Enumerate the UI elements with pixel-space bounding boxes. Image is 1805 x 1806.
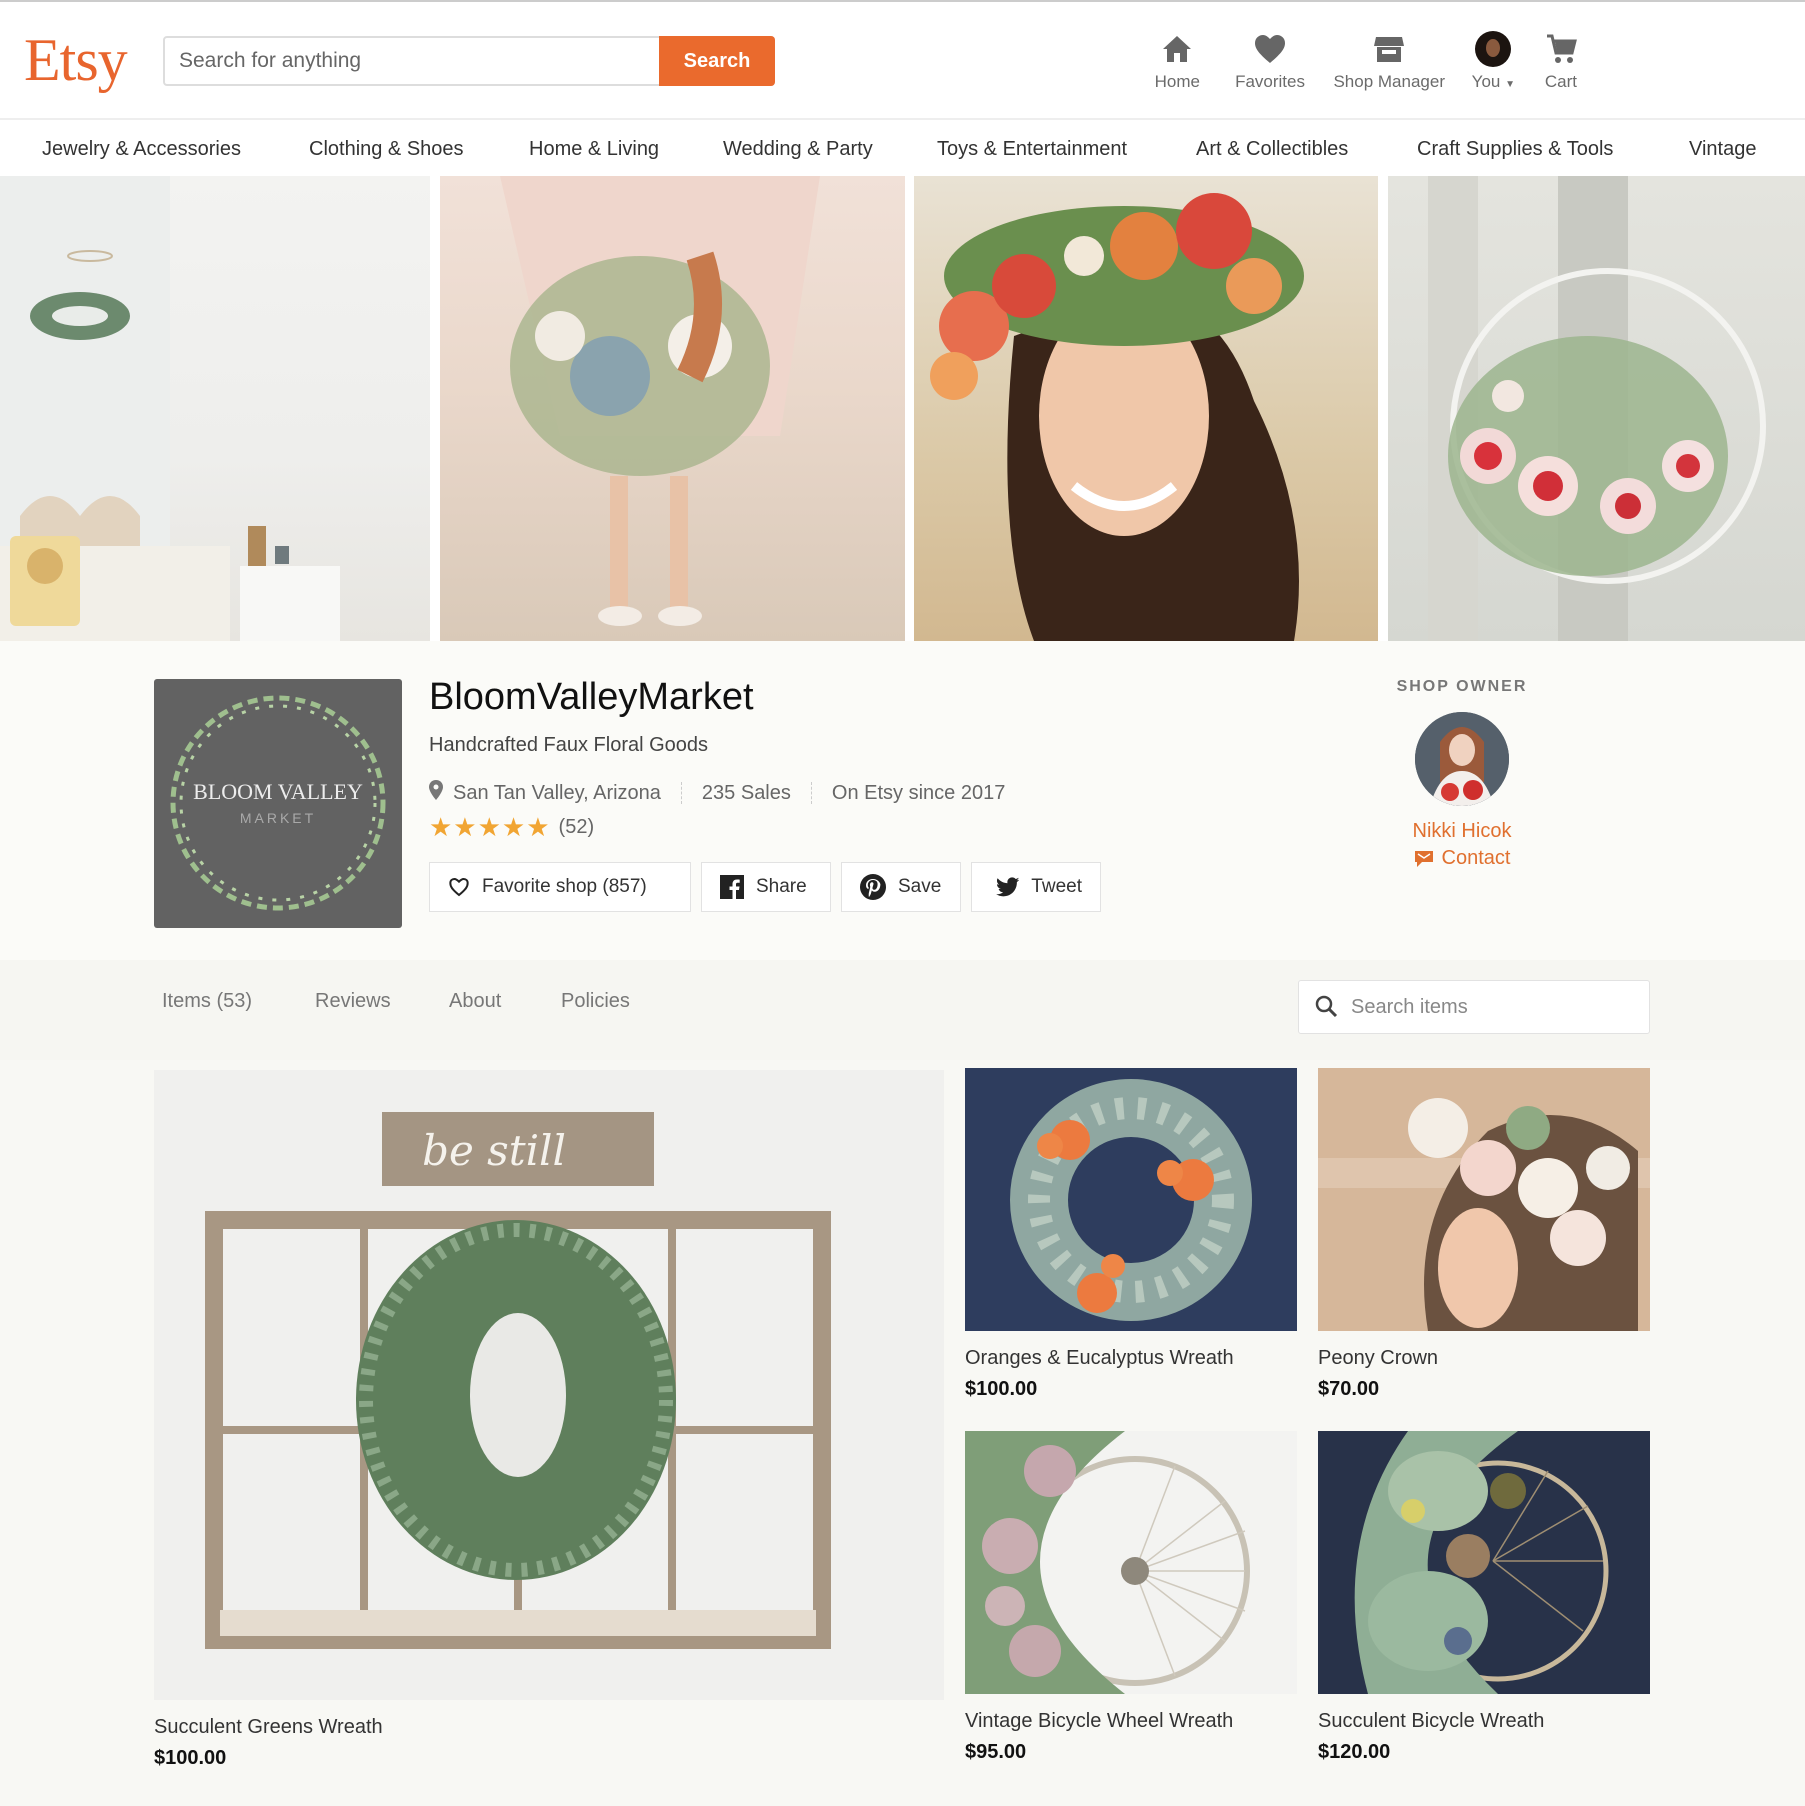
heart-outline-icon xyxy=(449,877,469,897)
listing-image xyxy=(965,1431,1297,1694)
svg-text:be still: be still xyxy=(422,1126,566,1175)
shop-banner xyxy=(0,176,1805,641)
shop-logo: BLOOM VALLEY MARKET xyxy=(154,679,402,928)
tab-reviews[interactable]: Reviews xyxy=(315,990,391,1013)
search-bar: Search xyxy=(163,36,775,86)
listing-title: Succulent Bicycle Wreath xyxy=(1318,1710,1545,1732)
tab-policies[interactable]: Policies xyxy=(561,990,630,1013)
shop-owner-panel: SHOP OWNER Nikki Hicok Contact xyxy=(1380,678,1544,870)
storefront-icon xyxy=(1373,30,1405,68)
listing-price: $70.00 xyxy=(1318,1378,1380,1400)
search-button[interactable]: Search xyxy=(659,36,775,86)
category-toys[interactable]: Toys & Entertainment xyxy=(937,138,1127,161)
divider xyxy=(680,782,682,804)
listing-title: Peony Crown xyxy=(1318,1347,1439,1369)
avatar xyxy=(1475,30,1512,68)
nav-home[interactable]: Home xyxy=(1155,30,1200,92)
search-items-input[interactable] xyxy=(1351,981,1641,1033)
chevron-down-icon: ▼ xyxy=(1505,79,1515,90)
tweet-button[interactable]: Tweet xyxy=(971,862,1101,912)
listing-card[interactable]: Succulent Bicycle Wreath $120.00 xyxy=(1318,1431,1650,1764)
category-home[interactable]: Home & Living xyxy=(529,138,659,161)
save-pinterest-button[interactable]: Save xyxy=(841,862,961,912)
pinterest-icon xyxy=(860,874,886,900)
category-nav: Jewelry & Accessories Clothing & Shoes H… xyxy=(0,118,1805,176)
shop-logo-text-line1: BLOOM VALLEY xyxy=(193,779,363,804)
banner-image-bouquet xyxy=(440,176,905,641)
category-wedding[interactable]: Wedding & Party xyxy=(723,138,873,161)
listing-price: $100.00 xyxy=(965,1378,1038,1400)
shop-logo-text-line2: MARKET xyxy=(240,810,316,826)
listing-title: Vintage Bicycle Wheel Wreath xyxy=(965,1710,1234,1732)
banner-image-flower-crown xyxy=(914,176,1378,641)
nav-shop-manager[interactable]: Shop Manager xyxy=(1333,30,1445,92)
etsy-logo[interactable]: Etsy xyxy=(24,26,128,95)
banner-image-wheel-wreath xyxy=(1388,176,1805,641)
shop-actions: Favorite shop (857) Share Save Tweet xyxy=(429,862,1101,912)
nav-cart[interactable]: Cart xyxy=(1545,30,1577,92)
share-facebook-button[interactable]: Share xyxy=(701,862,831,912)
listing-card[interactable]: Vintage Bicycle Wheel Wreath $95.00 xyxy=(965,1431,1297,1764)
listing-image xyxy=(965,1068,1297,1331)
shop-tabs-bar: Items (53) Reviews About Policies xyxy=(0,960,1805,1060)
category-jewelry[interactable]: Jewelry & Accessories xyxy=(42,138,241,161)
facebook-icon xyxy=(720,875,744,899)
shop-owner-heading: SHOP OWNER xyxy=(1396,678,1528,695)
category-art[interactable]: Art & Collectibles xyxy=(1196,138,1348,161)
listing-card[interactable]: be still Succulent Greens Wreath $100.00 xyxy=(154,1070,944,1770)
owner-avatar[interactable] xyxy=(1415,712,1509,806)
listing-price: $100.00 xyxy=(154,1747,227,1769)
star-rating-icon: ★★★★★ xyxy=(429,812,551,842)
owner-name-link[interactable]: Nikki Hicok xyxy=(1380,820,1544,843)
twitter-icon xyxy=(996,877,1020,897)
category-vintage[interactable]: Vintage xyxy=(1689,138,1756,161)
nav-you[interactable]: You ▼ xyxy=(1472,30,1515,92)
banner-image-nursery xyxy=(0,176,430,641)
contact-owner-link[interactable]: Contact xyxy=(1380,847,1544,870)
item-search-box xyxy=(1298,980,1650,1034)
location-pin-icon xyxy=(429,780,443,806)
listing-card[interactable]: Oranges & Eucalyptus Wreath $100.00 xyxy=(965,1068,1297,1401)
shop-location: San Tan Valley, Arizona xyxy=(453,781,661,804)
listing-image xyxy=(1318,1431,1650,1694)
favorite-shop-button[interactable]: Favorite shop (857) xyxy=(429,862,691,912)
site-header: Etsy Search Home Favorites Shop Manager xyxy=(0,0,1805,118)
listing-title: Succulent Greens Wreath xyxy=(154,1716,383,1738)
category-craft[interactable]: Craft Supplies & Tools xyxy=(1417,138,1613,161)
divider xyxy=(810,782,812,804)
listing-card[interactable]: Peony Crown $70.00 xyxy=(1318,1068,1650,1401)
cart-icon xyxy=(1545,30,1577,68)
shop-since: On Etsy since 2017 xyxy=(831,781,1006,804)
shop-sales[interactable]: 235 Sales xyxy=(702,782,791,805)
listings-grid: be still Succulent Greens Wreath $100.00 xyxy=(0,1060,1805,1806)
search-input[interactable] xyxy=(165,38,659,84)
listing-title: Oranges & Eucalyptus Wreath xyxy=(965,1347,1234,1369)
listing-image xyxy=(1318,1068,1650,1331)
shop-tagline: Handcrafted Faux Floral Goods xyxy=(429,734,709,756)
listing-price: $120.00 xyxy=(1318,1741,1391,1763)
review-count: (52) xyxy=(558,816,595,838)
shop-name: BloomValleyMarket xyxy=(429,676,754,718)
message-icon xyxy=(1414,850,1433,867)
search-icon xyxy=(1315,995,1338,1018)
listing-image: be still xyxy=(154,1070,944,1700)
listing-price: $95.00 xyxy=(965,1741,1027,1763)
nav-favorites[interactable]: Favorites xyxy=(1235,30,1305,92)
home-icon xyxy=(1161,30,1193,68)
tab-about[interactable]: About xyxy=(449,990,501,1013)
tab-items[interactable]: Items (53) xyxy=(162,990,252,1013)
category-clothing[interactable]: Clothing & Shoes xyxy=(309,138,464,161)
heart-icon xyxy=(1254,30,1286,68)
shop-meta: San Tan Valley, Arizona 235 Sales On Ets… xyxy=(429,780,1005,806)
shop-rating[interactable]: ★★★★★ (52) xyxy=(429,812,594,843)
